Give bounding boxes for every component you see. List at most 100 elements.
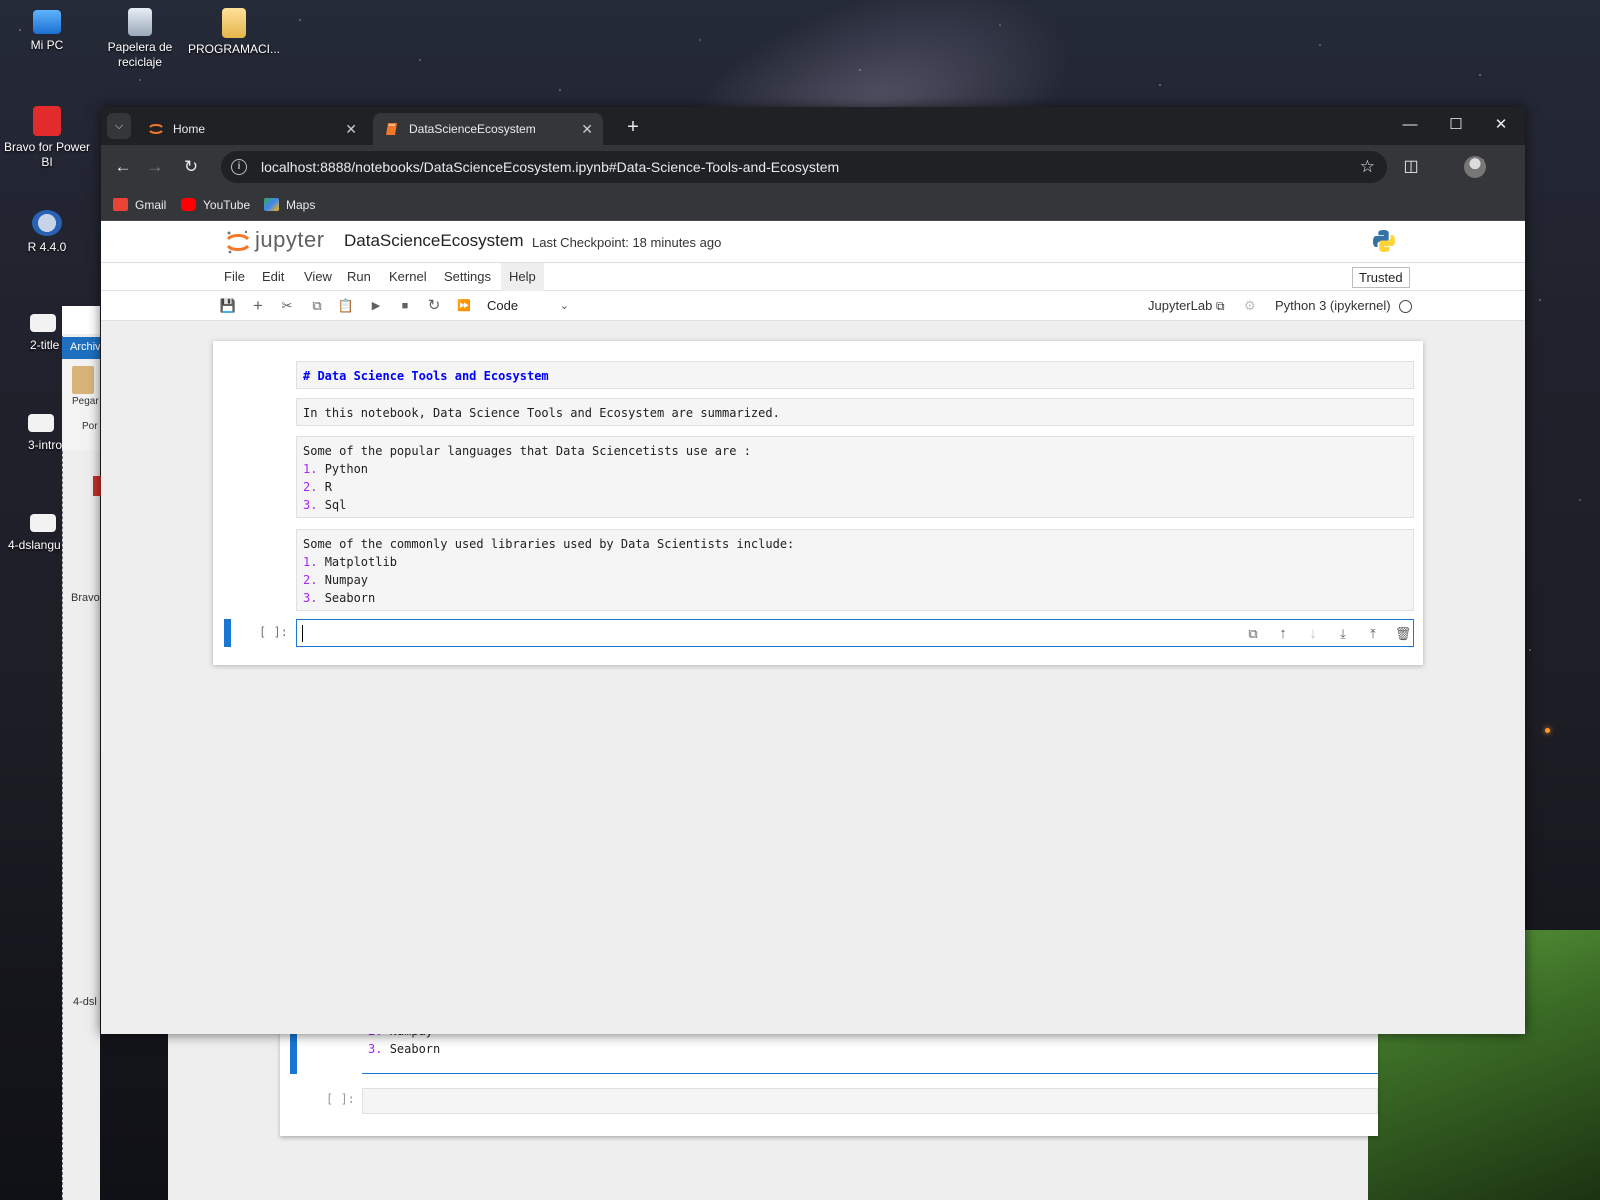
desktop-icon-bravo[interactable]: Bravo for Power BI xyxy=(1,106,93,170)
jupyter-header: jupyter DataScienceEcosystem Last Checkp… xyxy=(101,221,1525,263)
add-cell-icon[interactable]: + xyxy=(247,295,269,317)
menu-file[interactable]: File xyxy=(216,263,253,291)
delete-cell-icon[interactable]: 🗑 xyxy=(1392,623,1414,645)
maps-icon xyxy=(264,198,279,211)
back-button[interactable]: ← xyxy=(109,153,137,181)
list-text: Numpay xyxy=(324,573,369,587)
kernel-name[interactable]: Python 3 (ipykernel) xyxy=(1275,295,1391,317)
maximize-button[interactable]: ☐ xyxy=(1433,107,1479,143)
move-up-icon[interactable]: ↑ xyxy=(1272,623,1294,645)
background-app-menu[interactable]: Archivo xyxy=(62,337,100,359)
copy-icon[interactable]: ⧉ xyxy=(306,295,328,317)
list-text: Python xyxy=(324,462,369,476)
address-bar[interactable]: i localhost:8888/notebooks/DataScienceEc… xyxy=(221,151,1387,183)
desktop-icon-3-intro[interactable]: 3-intro xyxy=(0,414,62,453)
save-icon[interactable]: 💾 xyxy=(217,295,239,317)
notebook-title[interactable]: DataScienceEcosystem xyxy=(344,231,524,251)
background-notebook-empty-cell[interactable] xyxy=(362,1088,1378,1114)
desktop-icon-recycle-bin[interactable]: Papelera de reciclaje xyxy=(94,8,186,70)
new-tab-button[interactable]: + xyxy=(619,113,647,141)
desktop-icon-programacion[interactable]: PROGRAMACI... xyxy=(188,8,280,57)
menu-run[interactable]: Run xyxy=(339,263,379,291)
gmail-icon xyxy=(113,198,128,211)
paste-label: Pegar xyxy=(72,396,99,407)
list-number: 3. xyxy=(303,591,318,605)
close-icon[interactable]: ✕ xyxy=(345,113,357,145)
reload-button[interactable]: ↻ xyxy=(177,153,205,181)
jupyter-logo-icon xyxy=(226,230,250,254)
markdown-cell-intro[interactable]: In this notebook, Data Science Tools and… xyxy=(296,398,1414,426)
bookmark-label: Maps xyxy=(286,198,316,212)
menu-settings[interactable]: Settings xyxy=(436,263,499,291)
bookmark-gmail[interactable]: Gmail xyxy=(113,189,166,221)
list-text: Seaborn xyxy=(324,591,376,605)
window-close-button[interactable]: ✕ xyxy=(1478,107,1524,143)
list-number: 1. xyxy=(303,555,318,569)
file-icon xyxy=(30,314,56,332)
close-icon[interactable]: ✕ xyxy=(581,113,593,145)
markdown-cell-heading[interactable]: # Data Science Tools and Ecosystem xyxy=(296,361,1414,389)
list-item: 3. Sql xyxy=(303,496,1407,514)
tab-title: Home xyxy=(173,122,206,136)
background-app-label: Bravo xyxy=(71,592,100,604)
clipboard-icon xyxy=(72,366,94,394)
bookmark-star-icon[interactable]: ☆ xyxy=(1360,151,1375,183)
cell-type-select[interactable]: Code ⌄ xyxy=(487,295,569,317)
menu-kernel[interactable]: Kernel xyxy=(381,263,435,291)
code-input[interactable]: ⧉ ↑ ↓ ⤓ ⤒ 🗑 xyxy=(296,619,1414,647)
insert-above-icon[interactable]: ⤓ xyxy=(1332,623,1354,645)
trusted-indicator[interactable]: Trusted xyxy=(1352,267,1410,288)
tab-search-button[interactable]: ⌵ xyxy=(107,113,131,139)
desktop-icon-label: Papelera de reciclaje xyxy=(107,40,173,69)
folder-icon xyxy=(222,8,246,38)
profile-avatar[interactable] xyxy=(1464,156,1486,178)
duplicate-cell-icon[interactable]: ⧉ xyxy=(1242,623,1264,645)
libraries-title: Some of the commonly used libraries used… xyxy=(303,537,795,551)
browser-window: ⌵ Home ✕ DataScienceEcosystem ✕ + — ☐ ✕ … xyxy=(101,107,1525,1034)
run-icon[interactable]: ▶ xyxy=(365,295,387,317)
intro-text: In this notebook, Data Science Tools and… xyxy=(303,406,780,420)
list-number: 2. xyxy=(303,480,318,494)
list-number: 1. xyxy=(303,462,318,476)
extensions-icon[interactable]: ◫ xyxy=(1397,153,1425,181)
info-icon[interactable]: i xyxy=(231,159,247,175)
paste-icon[interactable]: 📋 xyxy=(335,295,357,317)
restart-icon[interactable]: ↻ xyxy=(423,295,445,317)
bookmark-maps[interactable]: Maps xyxy=(264,189,315,221)
desktop-icon-label: Mi PC xyxy=(30,38,64,52)
debugger-icon[interactable]: ⚙ xyxy=(1244,295,1256,317)
forward-button[interactable]: → xyxy=(141,153,169,181)
desktop-icon-label: Bravo for Power BI xyxy=(3,140,91,169)
fast-forward-icon[interactable]: ⏩ xyxy=(453,295,475,317)
bookmark-youtube[interactable]: YouTube xyxy=(181,189,250,221)
insert-below-icon[interactable]: ⤒ xyxy=(1362,623,1384,645)
desktop-light xyxy=(1545,728,1550,733)
background-app-label: 4-dsl xyxy=(73,996,97,1008)
desktop-icon-r[interactable]: R 4.4.0 xyxy=(1,210,93,255)
tab-datascienceecosystem[interactable]: DataScienceEcosystem ✕ xyxy=(373,113,603,145)
menu-edit[interactable]: Edit xyxy=(254,263,292,291)
tab-bar: ⌵ Home ✕ DataScienceEcosystem ✕ + — ☐ ✕ xyxy=(101,107,1525,145)
menu-help[interactable]: Help xyxy=(501,263,544,291)
markdown-cell-libraries[interactable]: Some of the commonly used libraries used… xyxy=(296,529,1414,611)
markdown-cell-languages[interactable]: Some of the popular languages that Data … xyxy=(296,436,1414,518)
notebook-toolbar: 💾 + ✂ ⧉ 📋 ▶ ■ ↻ ⏩ Code ⌄ JupyterLab ⧉ ⚙ … xyxy=(101,291,1525,321)
minimize-button[interactable]: — xyxy=(1387,107,1433,143)
stop-icon[interactable]: ■ xyxy=(394,295,416,317)
background-notebook-prompt: [ ]: xyxy=(326,1092,355,1106)
desktop-icon-label: PROGRAMACI... xyxy=(188,42,281,56)
background-app-paste[interactable]: Pegar Por xyxy=(62,360,100,450)
move-down-icon[interactable]: ↓ xyxy=(1302,623,1324,645)
cell-prompt: [ ]: xyxy=(259,625,288,639)
desktop-icon-4-dslangu[interactable]: 4-dslangu xyxy=(0,514,62,553)
desktop-icon-mi-pc[interactable]: Mi PC xyxy=(1,10,93,53)
jupyter-logo-text: jupyter xyxy=(255,227,325,252)
list-item: 2. R xyxy=(303,478,1407,496)
menu-view[interactable]: View xyxy=(296,263,340,291)
desktop-icon-2-title[interactable]: 2-title xyxy=(0,314,62,353)
cut-icon[interactable]: ✂ xyxy=(276,295,298,317)
jupyterlab-link[interactable]: JupyterLab ⧉ xyxy=(1148,295,1225,317)
recycle-bin-icon xyxy=(128,8,152,36)
tab-home[interactable]: Home ✕ xyxy=(137,113,367,145)
background-app-titlebar xyxy=(62,306,100,334)
